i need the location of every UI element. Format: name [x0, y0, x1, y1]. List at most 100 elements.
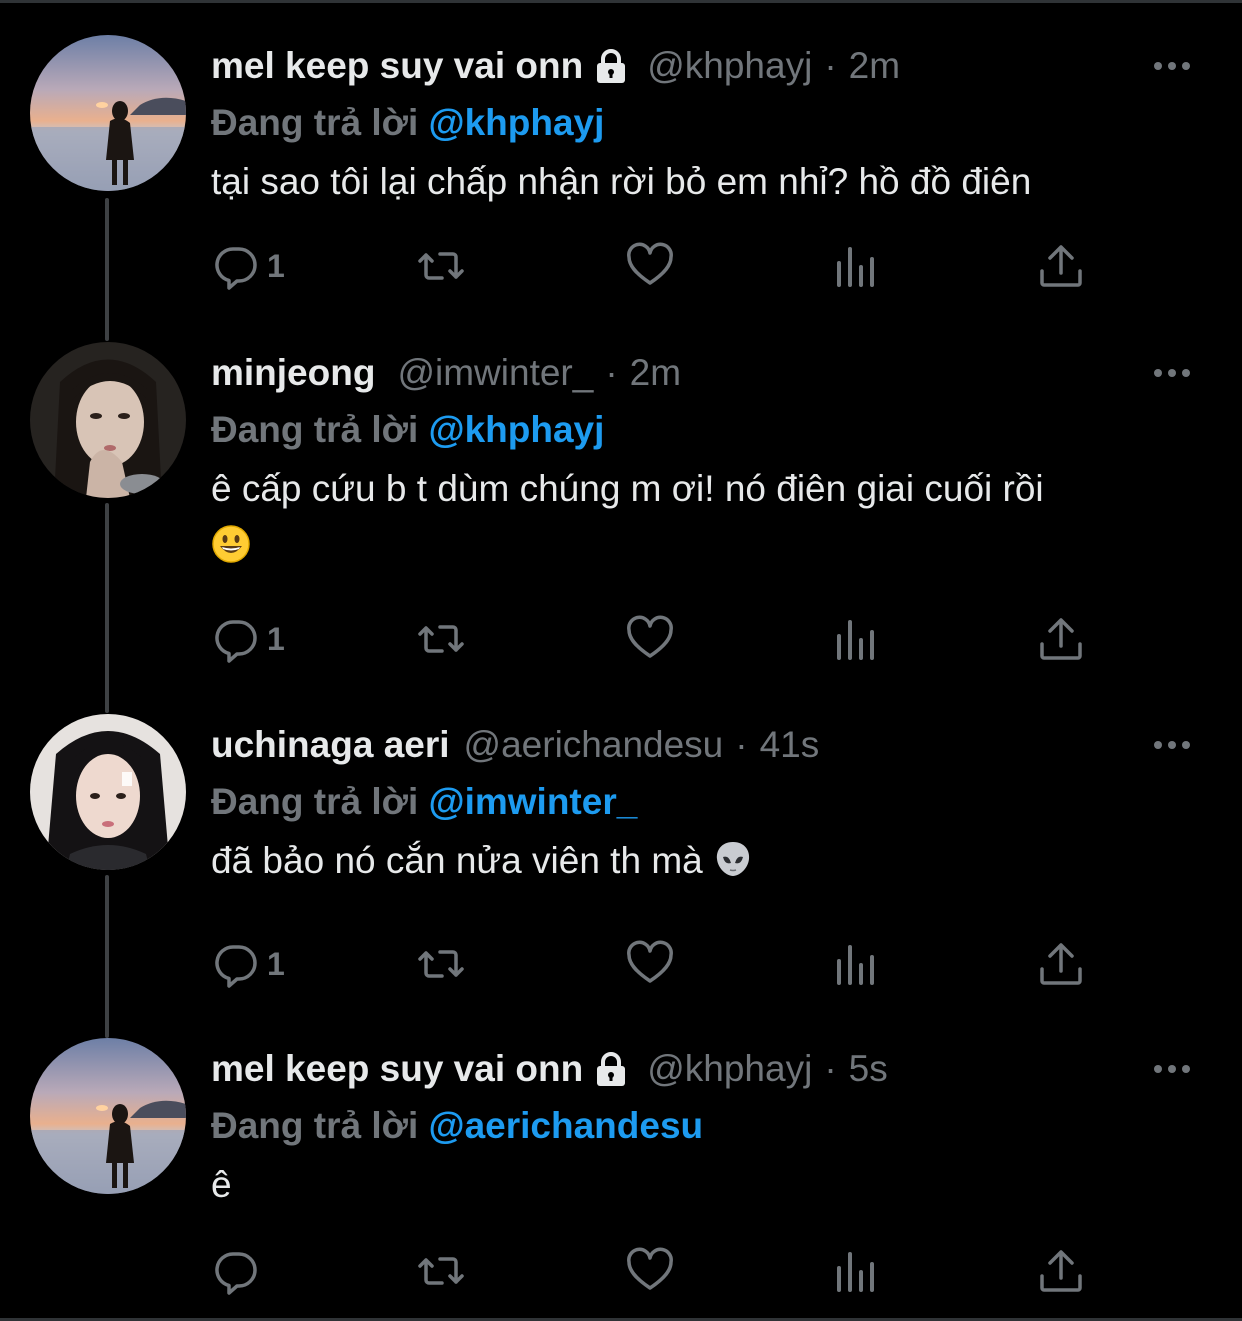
mention-link[interactable]: @aerichandesu	[429, 1105, 704, 1146]
like-button[interactable]	[625, 1241, 675, 1301]
tweet-text-line: ê cấp cứu b t dùm chúng m ơi! nó điên gi…	[211, 468, 1044, 509]
tweet-actions: 1	[211, 934, 1091, 994]
like-icon	[625, 614, 675, 664]
girl-portrait-avatar-image	[30, 342, 186, 498]
retweet-button[interactable]	[416, 1241, 466, 1301]
timestamp[interactable]: 2m	[849, 35, 900, 97]
separator-dot: ·	[824, 1048, 837, 1089]
like-button[interactable]	[625, 236, 675, 296]
display-name[interactable]: mel keep suy vai onn	[211, 1038, 583, 1100]
tweet-actions: 1	[211, 609, 1091, 669]
retweet-button[interactable]	[416, 609, 466, 669]
replying-label: Đang trả lời	[211, 409, 419, 450]
more-icon[interactable]	[1142, 35, 1202, 97]
tweet-header: uchinaga aeri @aerichandesu · 41s	[211, 714, 1202, 776]
tweet-text-line: đã bảo nó cắn nửa viên th mà	[211, 840, 703, 881]
alien-emoji-icon	[713, 839, 753, 879]
retweet-icon	[416, 939, 466, 989]
user-handle[interactable]: @khphayj	[647, 1038, 812, 1100]
views-button[interactable]	[831, 236, 881, 296]
share-button[interactable]	[1036, 1241, 1086, 1301]
share-icon	[1036, 241, 1086, 291]
reply-button[interactable]: 1	[211, 236, 285, 296]
more-icon[interactable]	[1142, 342, 1202, 404]
reply-icon	[211, 1246, 261, 1296]
share-icon	[1036, 614, 1086, 664]
retweet-button[interactable]	[416, 934, 466, 994]
reply-count: 1	[267, 247, 285, 284]
reply-icon	[211, 241, 261, 291]
display-name[interactable]: minjeong	[211, 342, 375, 404]
tweet-header: minjeong @imwinter_ · 2m	[211, 342, 1202, 404]
sunset-beach-avatar-image	[30, 1038, 186, 1194]
replying-label: Đang trả lời	[211, 102, 419, 143]
girl-portrait-avatar-image	[30, 714, 186, 870]
tweet-header: mel keep suy vai onn @khphayj · 5s	[211, 1038, 1202, 1100]
mention-link[interactable]: @imwinter_	[429, 781, 638, 822]
display-name[interactable]: uchinaga aeri	[211, 714, 450, 776]
mention-link[interactable]: @khphayj	[429, 102, 605, 143]
replying-to: Đang trả lời @aerichandesu	[211, 1100, 1202, 1152]
reply-count: 1	[267, 945, 285, 982]
like-button[interactable]	[625, 934, 675, 994]
like-icon	[625, 1246, 675, 1296]
share-button[interactable]	[1036, 934, 1086, 994]
reply-icon	[211, 614, 261, 664]
like-button[interactable]	[625, 609, 675, 669]
tweet-header: mel keep suy vai onn @khphayj · 2m	[211, 35, 1202, 97]
reply-icon	[211, 939, 261, 989]
views-button[interactable]	[831, 1241, 881, 1301]
smiley-emoji-icon	[211, 524, 251, 564]
separator-dot: ·	[824, 45, 837, 86]
display-name[interactable]: mel keep suy vai onn	[211, 35, 583, 97]
retweet-icon	[416, 1246, 466, 1296]
tweet-text: ê	[211, 1164, 232, 1205]
share-icon	[1036, 1246, 1086, 1296]
more-icon[interactable]	[1142, 1038, 1202, 1100]
views-button[interactable]	[831, 934, 881, 994]
share-button[interactable]	[1036, 609, 1086, 669]
like-icon	[625, 241, 675, 291]
views-button[interactable]	[831, 609, 881, 669]
avatar[interactable]	[30, 714, 186, 870]
thread-connector-line	[105, 503, 109, 713]
lock-icon	[591, 1049, 631, 1089]
retweet-button[interactable]	[416, 236, 466, 296]
lock-icon	[591, 46, 631, 86]
reply-button[interactable]: 1	[211, 609, 285, 669]
retweet-icon	[416, 614, 466, 664]
share-button[interactable]	[1036, 236, 1086, 296]
timestamp[interactable]: 41s	[760, 714, 820, 776]
tweet-actions	[211, 1241, 1091, 1301]
replying-to: Đang trả lời @khphayj	[211, 97, 1202, 149]
reply-button[interactable]: 1	[211, 934, 285, 994]
share-icon	[1036, 939, 1086, 989]
user-handle[interactable]: @imwinter_	[397, 342, 593, 404]
analytics-icon	[831, 614, 881, 664]
timestamp[interactable]: 2m	[630, 342, 681, 404]
replying-label: Đang trả lời	[211, 1105, 419, 1146]
thread-connector-line	[105, 198, 109, 341]
avatar[interactable]	[30, 342, 186, 498]
tweet-text: ê cấp cứu b t dùm chúng m ơi! nó điên gi…	[211, 460, 1202, 574]
reply-count: 1	[267, 620, 285, 657]
tweet-actions: 1	[211, 236, 1091, 296]
analytics-icon	[831, 241, 881, 291]
like-icon	[625, 939, 675, 989]
avatar[interactable]	[30, 35, 186, 191]
timestamp[interactable]: 5s	[849, 1038, 888, 1100]
avatar[interactable]	[30, 1038, 186, 1194]
mention-link[interactable]: @khphayj	[429, 409, 605, 450]
reply-button[interactable]	[211, 1241, 267, 1301]
user-handle[interactable]: @aerichandesu	[464, 714, 724, 776]
replying-label: Đang trả lời	[211, 781, 419, 822]
sunset-beach-avatar-image	[30, 35, 186, 191]
user-handle[interactable]: @khphayj	[647, 35, 812, 97]
thread-container: mel keep suy vai onn @khphayj · 2m Đang …	[0, 0, 1242, 1321]
separator-dot: ·	[735, 724, 748, 765]
more-icon[interactable]	[1142, 714, 1202, 776]
replying-to: Đang trả lời @khphayj	[211, 404, 1202, 456]
tweet-text: tại sao tôi lại chấp nhận rời bỏ em nhỉ?…	[211, 161, 1032, 202]
thread-connector-line	[105, 875, 109, 1038]
analytics-icon	[831, 1246, 881, 1296]
